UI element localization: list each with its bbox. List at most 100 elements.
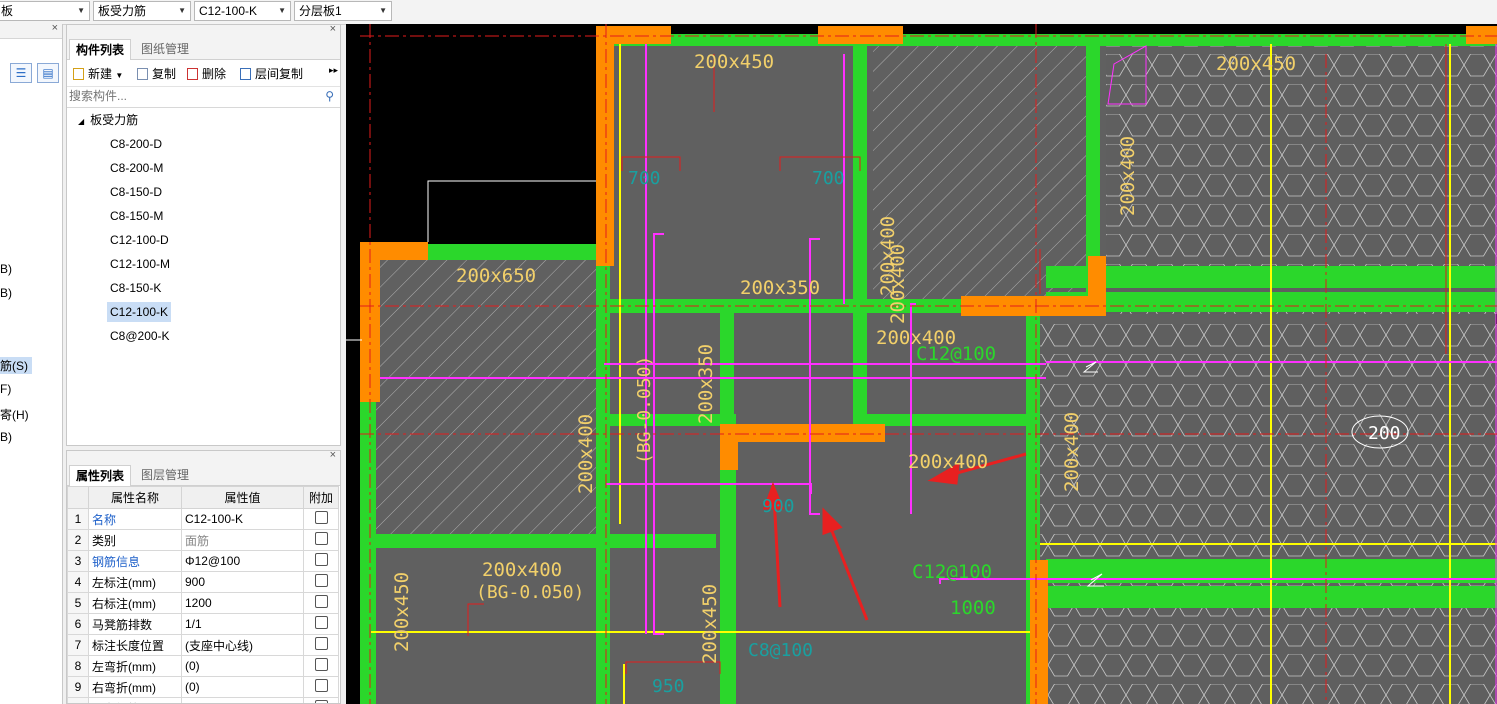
new-label: 新建 [88, 67, 113, 81]
property-value[interactable]: C12-100-K [181, 508, 304, 530]
copy-button[interactable]: 复制 [137, 65, 176, 82]
beam-size-label: 200x350 [740, 277, 820, 299]
floor-type-select[interactable]: 板 ▼ [0, 1, 90, 21]
beam-size-label: 200x400 [887, 244, 909, 324]
component-value: C12-100-K [199, 4, 258, 18]
property-row[interactable]: 8 左弯折(mm) (0) [67, 655, 339, 677]
extra-checkbox[interactable] [314, 595, 328, 608]
property-row[interactable]: 6 马凳筋排数 1/1 [67, 613, 339, 635]
tree-item[interactable]: C8-200-M [107, 158, 166, 178]
cad-drawing-canvas[interactable]: 200x450 200x450 200x650 200x350 200x400 … [346, 24, 1497, 704]
tree-item[interactable]: C8-150-D [107, 182, 165, 202]
property-row-index: 9 [67, 676, 89, 698]
property-value[interactable]: (0) [181, 655, 304, 677]
rebar-label: C12@100 [916, 343, 996, 365]
extra-checkbox[interactable] [314, 532, 328, 545]
panel-header: × [67, 25, 340, 37]
component-select[interactable]: C12-100-K ▼ [194, 1, 291, 21]
property-row[interactable]: 7 标注长度位置 (支座中心线) [67, 634, 339, 656]
component-list-panel: × 构件列表 图纸管理 新建 ▼ 复制 删除 层间复制 ▸▸ ⚲ ◢ 板受力筋 C… [66, 24, 341, 446]
extra-checkbox[interactable] [314, 574, 328, 587]
property-value[interactable]: (0) [181, 676, 304, 698]
property-value[interactable]: (Φ6@250) [181, 697, 304, 703]
property-value[interactable]: 面筋 [181, 529, 304, 551]
nav-item[interactable]: B) [0, 262, 12, 276]
property-name: 左标注(mm) [88, 571, 182, 593]
nav-item[interactable]: 寄(H) [0, 406, 29, 423]
property-value[interactable]: 1/1 [181, 613, 304, 635]
extra-checkbox[interactable] [314, 658, 328, 671]
floor-copy-label: 层间复制 [255, 67, 304, 81]
property-value[interactable]: Φ12@100 [181, 550, 304, 572]
tab-component-list[interactable]: 构件列表 [69, 39, 132, 60]
component-tabs: 构件列表 图纸管理 [67, 37, 340, 60]
layer-select[interactable]: 分层板1 ▼ [294, 1, 392, 21]
tab-property-list[interactable]: 属性列表 [69, 465, 132, 486]
delete-button[interactable]: 删除 [187, 65, 226, 82]
close-icon[interactable]: × [52, 24, 58, 34]
extra-checkbox[interactable] [314, 553, 328, 566]
extra-checkbox-cell [303, 592, 339, 614]
tree-item[interactable]: C8-150-K [107, 278, 164, 298]
tree-root[interactable]: ◢ 板受力筋 [75, 110, 141, 130]
property-row[interactable]: 10分布钢筋(Φ6@250) [67, 697, 339, 703]
component-type-select[interactable]: 板受力筋 ▼ [93, 1, 191, 21]
beam-size-label: 200x450 [699, 584, 721, 664]
layer-value: 分层板1 [299, 4, 342, 18]
floor-type-value: 板 [1, 4, 14, 18]
extra-checkbox[interactable] [314, 511, 328, 524]
extra-checkbox-cell [303, 571, 339, 593]
hatched-slab [376, 256, 598, 534]
tab-layer-management[interactable]: 图层管理 [135, 465, 195, 485]
search-input[interactable] [67, 87, 311, 105]
close-icon[interactable]: × [330, 25, 336, 35]
floor-copy-button[interactable]: 层间复制 [240, 65, 303, 82]
nav-item-selected[interactable]: 筋(S) [0, 357, 32, 374]
rebar-length-label: 900 [762, 496, 795, 517]
property-row[interactable]: 5 右标注(mm) 1200 [67, 592, 339, 614]
property-name: 名称 [88, 508, 182, 530]
nav-item[interactable]: F) [0, 382, 11, 396]
property-row[interactable]: 2 类别 面筋 [67, 529, 339, 551]
search-icon[interactable]: ⚲ [325, 89, 334, 103]
extra-checkbox[interactable] [314, 637, 328, 650]
cad-drawing[interactable]: 200x450 200x450 200x650 200x350 200x400 … [346, 24, 1497, 704]
elevation-label: (BG-0.050) [634, 356, 655, 464]
extra-checkbox[interactable] [314, 700, 328, 703]
tree-item-selected[interactable]: C12-100-K [107, 302, 172, 322]
extra-checkbox-cell [303, 697, 339, 703]
detail-view-icon[interactable]: ▤ [37, 63, 59, 83]
property-row[interactable]: 4 左标注(mm) 900 [67, 571, 339, 593]
more-icon[interactable]: ▸▸ [329, 65, 338, 76]
tab-drawing-management[interactable]: 图纸管理 [135, 39, 195, 59]
extra-checkbox[interactable] [314, 679, 328, 692]
beam-size-label: 200x450 [1216, 53, 1296, 75]
property-row-index: 6 [67, 613, 89, 635]
extra-checkbox-cell [303, 676, 339, 698]
property-value[interactable]: (支座中心线) [181, 634, 304, 656]
tree-item[interactable]: C8-150-M [107, 206, 166, 226]
property-row[interactable]: 3 钢筋信息 Φ12@100 [67, 550, 339, 572]
property-row[interactable]: 1 名称 C12-100-K [67, 508, 339, 530]
chevron-down-icon: ▼ [278, 6, 286, 15]
nav-item[interactable]: B) [0, 286, 12, 300]
chevron-down-icon: ▼ [379, 6, 387, 15]
new-button[interactable]: 新建 ▼ [73, 65, 123, 82]
beam-size-label: 200x400 [1117, 136, 1139, 216]
expand-icon[interactable]: ◢ [78, 117, 84, 126]
property-row-index: 2 [67, 529, 89, 551]
tree-item[interactable]: C8-200-D [107, 134, 165, 154]
tree-item[interactable]: C8@200-K [107, 326, 173, 346]
property-value[interactable]: 1200 [181, 592, 304, 614]
tree-item[interactable]: C12-100-M [107, 254, 173, 274]
list-view-icon[interactable]: ☰ [10, 63, 32, 83]
extra-checkbox[interactable] [314, 616, 328, 629]
extra-checkbox-cell [303, 655, 339, 677]
property-value[interactable]: 900 [181, 571, 304, 593]
nav-item[interactable]: B) [0, 430, 12, 444]
property-name: 钢筋信息 [88, 550, 182, 572]
tree-item[interactable]: C12-100-D [107, 230, 172, 250]
property-row[interactable]: 9 右弯折(mm) (0) [67, 676, 339, 698]
close-icon[interactable]: × [330, 451, 336, 461]
property-row-index: 5 [67, 592, 89, 614]
